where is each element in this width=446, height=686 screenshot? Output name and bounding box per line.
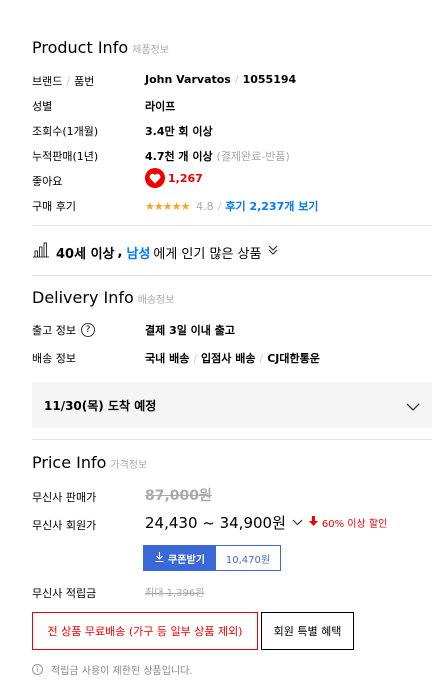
- coupon-label: 쿠폰받기: [168, 554, 205, 566]
- divider: /: [259, 352, 264, 365]
- review-row: ★★★★★ 4.8/후기 2,237개 보기: [145, 198, 318, 214]
- rating-stars-icon: ★★★★★: [145, 200, 190, 213]
- sales-value: 4.7천 개 이상: [145, 150, 213, 163]
- chevron-down-icon[interactable]: [292, 516, 303, 529]
- divider: /: [217, 200, 222, 213]
- notice-text: 적립금 사용이 제한된 상품입니다.: [51, 666, 193, 677]
- sales-note: (결제완료-반품): [216, 150, 290, 163]
- review-score: 4.8: [196, 200, 214, 213]
- divider: /: [234, 73, 239, 86]
- bar-chart-icon: [32, 242, 50, 262]
- likes-count: 1,267: [168, 171, 203, 185]
- product-info-heading: Product Info: [32, 38, 129, 57]
- sale-label: 무신사 판매가: [32, 491, 97, 504]
- review-link[interactable]: 후기 2,237개 보기: [225, 200, 318, 213]
- sale-value: 87,000원: [145, 488, 212, 504]
- product-info-subtitle: 제품정보: [132, 45, 169, 56]
- member-label: 무신사 회원가: [32, 519, 97, 532]
- brand-label: 브랜드: [32, 75, 63, 88]
- ship-label-row: 출고 정보 ?: [32, 322, 95, 338]
- gender-value: 라이프: [145, 100, 176, 113]
- views-value: 3.4만 회 이상: [145, 125, 213, 138]
- sales-value-row: 4.7천 개 이상 (결제완료-반품): [145, 148, 290, 164]
- delivery-info-subtitle: 배송정보: [137, 295, 175, 306]
- method-label: 배송 정보: [32, 352, 76, 365]
- likes-label: 좋아요: [32, 175, 63, 188]
- points-label: 무신사 적립금: [32, 587, 97, 600]
- product-no-label: 품번: [74, 75, 95, 88]
- sales-label: 누적판매(1년): [32, 150, 99, 163]
- popular-comma: ,: [117, 244, 123, 260]
- arrival-dropdown[interactable]: 11/30(목) 도착 예정: [32, 382, 432, 428]
- chevron-down-icon: [406, 396, 420, 415]
- price-info-subtitle: 가격정보: [110, 460, 148, 471]
- brand-label-row: 브랜드 / 품번: [32, 73, 94, 89]
- notice-row: i 적립금 사용이 제한된 상품입니다.: [32, 662, 193, 677]
- arrival-text: 11/30(목) 도착 예정: [44, 398, 157, 413]
- member-row[interactable]: 24,430 ~ 34,900원 60% 이상 할인: [145, 512, 387, 533]
- divider-line: [32, 225, 432, 226]
- free-shipping-banner[interactable]: 전 상품 무료배송 (가구 등 일부 상품 제외): [32, 612, 258, 650]
- method-row: 국내 배송 / 입점사 배송 / CJ대한통운: [145, 350, 320, 366]
- member-price: 24,430 ~ 34,900원: [145, 514, 286, 532]
- review-label: 구매 후기: [32, 200, 76, 213]
- help-icon[interactable]: ?: [80, 323, 95, 337]
- arrow-down-icon: [308, 516, 318, 529]
- points-value: 최대 1,396원: [145, 588, 205, 599]
- coupon-button[interactable]: 쿠폰받기 10,470원: [143, 545, 281, 571]
- views-label: 조회수(1개월): [32, 125, 99, 138]
- double-chevron-down-icon[interactable]: [267, 244, 279, 260]
- divider-line: [32, 439, 432, 440]
- product-no-value: 1055194: [242, 73, 297, 86]
- divider: /: [193, 352, 198, 365]
- popular-gender: 남성: [126, 246, 151, 262]
- heart-icon[interactable]: [145, 168, 165, 188]
- brand-value-row: John Varvatos/1055194: [145, 73, 296, 86]
- coupon-value: 10,470원: [225, 554, 271, 566]
- popular-age: 40세 이상: [56, 246, 115, 262]
- free-shipping-text: 전 상품 무료배송 (가구 등 일부 상품 제외): [47, 625, 243, 638]
- coupon-download[interactable]: 쿠폰받기: [144, 546, 216, 570]
- divider-line: [32, 275, 432, 276]
- delivery-info-title: Delivery Info 배송정보: [32, 288, 175, 307]
- method-3: CJ대한통운: [267, 352, 320, 365]
- discount-text: 60% 이상 할인: [321, 519, 388, 530]
- price-info-title: Price Info 가격정보: [32, 453, 147, 472]
- brand-link[interactable]: John Varvatos: [145, 73, 231, 86]
- popular-row[interactable]: 40세 이상 , 남성 에게 인기 많은 상품: [32, 242, 279, 262]
- popular-rest: 에게 인기 많은 상품: [153, 246, 262, 262]
- info-icon: i: [32, 664, 43, 675]
- gender-label: 성별: [32, 100, 53, 113]
- ship-label: 출고 정보: [32, 324, 76, 337]
- likes-row[interactable]: 1,267: [145, 168, 203, 188]
- product-info-title: Product Info 제품정보: [32, 38, 169, 57]
- ship-value: 결제 3일 이내 출고: [145, 324, 235, 337]
- delivery-info-heading: Delivery Info: [32, 288, 134, 307]
- method-1: 국내 배송: [145, 352, 190, 365]
- price-info-heading: Price Info: [32, 453, 107, 472]
- method-2: 입점사 배송: [201, 352, 256, 365]
- member-benefit-button[interactable]: 회원 특별 혜택: [261, 612, 354, 650]
- member-benefit-text: 회원 특별 혜택: [273, 625, 342, 638]
- download-icon: [155, 551, 164, 565]
- divider: /: [66, 75, 71, 88]
